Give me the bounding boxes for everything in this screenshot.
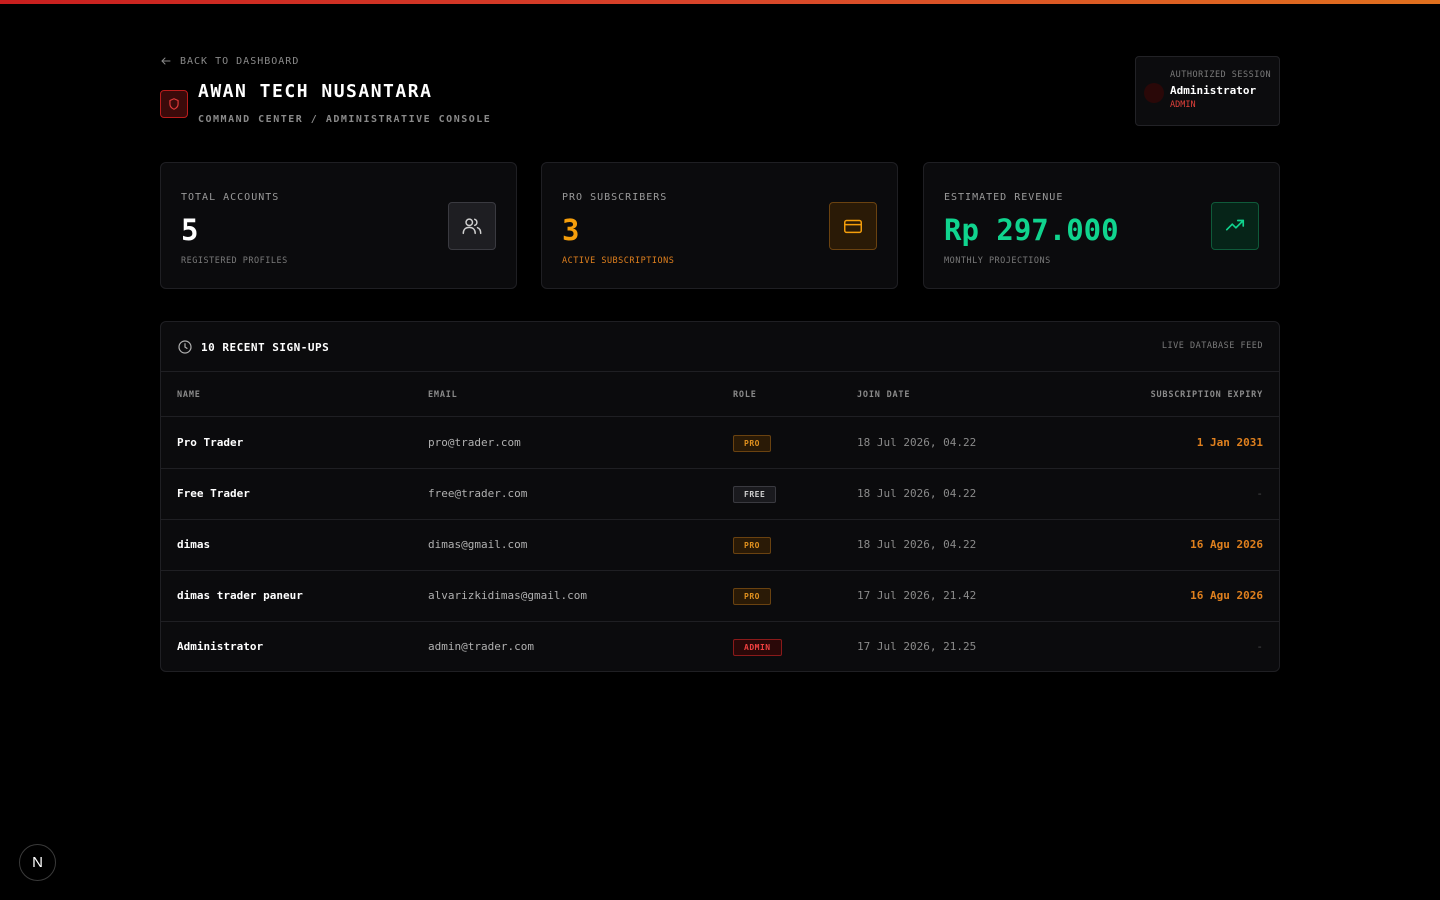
stat-footnote: Registered Profiles (181, 256, 288, 266)
users-icon (448, 202, 496, 250)
join-date: 18 Jul 2026, 04.22 (857, 538, 977, 551)
user-email: dimas@gmail.com (428, 538, 528, 551)
nextjs-dev-tools-button[interactable]: N (19, 844, 56, 881)
subscription-expiry: - (1256, 640, 1263, 653)
stat-footnote: Active Subscriptions (562, 256, 675, 266)
column-header-email[interactable]: Email (428, 390, 458, 400)
column-header-join-date[interactable]: Join Date (857, 390, 910, 400)
stat-label: Estimated Revenue (944, 192, 1064, 203)
table-row[interactable]: Administrator admin@trader.com ADMIN 17 … (161, 622, 1279, 671)
user-email: admin@trader.com (428, 640, 534, 653)
join-date: 18 Jul 2026, 04.22 (857, 487, 977, 500)
role-badge: PRO (733, 537, 771, 554)
stat-card-estimated-revenue: Estimated Revenue Rp 297.000 Monthly Pro… (923, 162, 1280, 289)
role-badge: FREE (733, 486, 777, 503)
clock-icon (178, 340, 192, 354)
subscription-expiry: 1 Jan 2031 (1196, 436, 1263, 449)
table-row[interactable]: Pro Trader pro@trader.com PRO 18 Jul 202… (161, 418, 1279, 469)
arrow-left-icon (161, 57, 171, 65)
stat-value: 3 (562, 213, 580, 247)
role-badge: PRO (733, 435, 771, 452)
join-date: 17 Jul 2026, 21.42 (857, 589, 977, 602)
user-name: dimas trader paneur (177, 589, 303, 602)
table-header-bar: 10 Recent Sign-Ups Live Database Feed (161, 322, 1279, 372)
live-feed-label: Live Database Feed (1161, 341, 1263, 351)
brand-logo (160, 90, 188, 118)
table-title-label: 10 Recent Sign-Ups (201, 340, 330, 354)
top-accent-bar (0, 0, 1440, 4)
trending-up-icon (1211, 202, 1259, 250)
column-header-role[interactable]: Role (733, 390, 757, 400)
subscription-expiry: 16 Agu 2026 (1190, 538, 1263, 551)
table-title: 10 Recent Sign-Ups (177, 339, 329, 355)
table-row[interactable]: Free Trader free@trader.com FREE 18 Jul … (161, 469, 1279, 520)
session-label: Authorized Session (1170, 70, 1272, 80)
role-badge: PRO (733, 588, 771, 605)
user-name: Administrator (177, 640, 264, 653)
back-to-dashboard-link[interactable]: Back to Dashboard (160, 55, 299, 67)
column-header-name[interactable]: Name (177, 390, 201, 400)
role-badge: ADMIN (733, 639, 782, 656)
user-name: dimas (177, 538, 211, 551)
page-header: Back to Dashboard AWAN TECH NUSANTARA Co… (160, 55, 1280, 127)
table-row[interactable]: dimas trader paneur alvarizkidimas@gmail… (161, 571, 1279, 622)
stat-label: Pro Subscribers (562, 192, 668, 203)
subscription-expiry: 16 Agu 2026 (1190, 589, 1263, 602)
session-card: Authorized Session Administrator ADMIN (1135, 56, 1280, 126)
subscription-expiry: - (1256, 487, 1263, 500)
stat-footnote: Monthly Projections (944, 256, 1051, 266)
column-header-subscription-expiry[interactable]: Subscription Expiry (1151, 390, 1263, 400)
session-role-badge: ADMIN (1170, 100, 1196, 110)
user-name: Free Trader (177, 487, 250, 500)
credit-card-icon (829, 202, 877, 250)
stat-label: Total Accounts (181, 192, 280, 203)
stat-card-pro-subscribers: Pro Subscribers 3 Active Subscriptions (541, 162, 898, 289)
session-user-name: Administrator (1170, 84, 1257, 97)
stat-value: 5 (181, 213, 199, 247)
avatar (1144, 83, 1164, 103)
user-email: free@trader.com (428, 487, 528, 500)
shield-icon (169, 98, 179, 110)
user-email: pro@trader.com (428, 436, 521, 449)
back-link-label: Back to Dashboard (180, 55, 300, 67)
table-column-headers: Name Email Role Join Date Subscription E… (161, 372, 1279, 417)
stat-card-total-accounts: Total Accounts 5 Registered Profiles (160, 162, 517, 289)
join-date: 18 Jul 2026, 04.22 (857, 436, 977, 449)
page-title: AWAN TECH NUSANTARA (198, 81, 433, 102)
user-name: Pro Trader (177, 436, 244, 449)
breadcrumb: Command Center / Administrative Console (198, 114, 492, 125)
recent-signups-table: 10 Recent Sign-Ups Live Database Feed Na… (160, 321, 1280, 672)
table-row[interactable]: dimas dimas@gmail.com PRO 18 Jul 2026, 0… (161, 520, 1279, 571)
user-email: alvarizkidimas@gmail.com (428, 589, 587, 602)
stat-value: Rp 297.000 (944, 213, 1119, 247)
join-date: 17 Jul 2026, 21.25 (857, 640, 977, 653)
